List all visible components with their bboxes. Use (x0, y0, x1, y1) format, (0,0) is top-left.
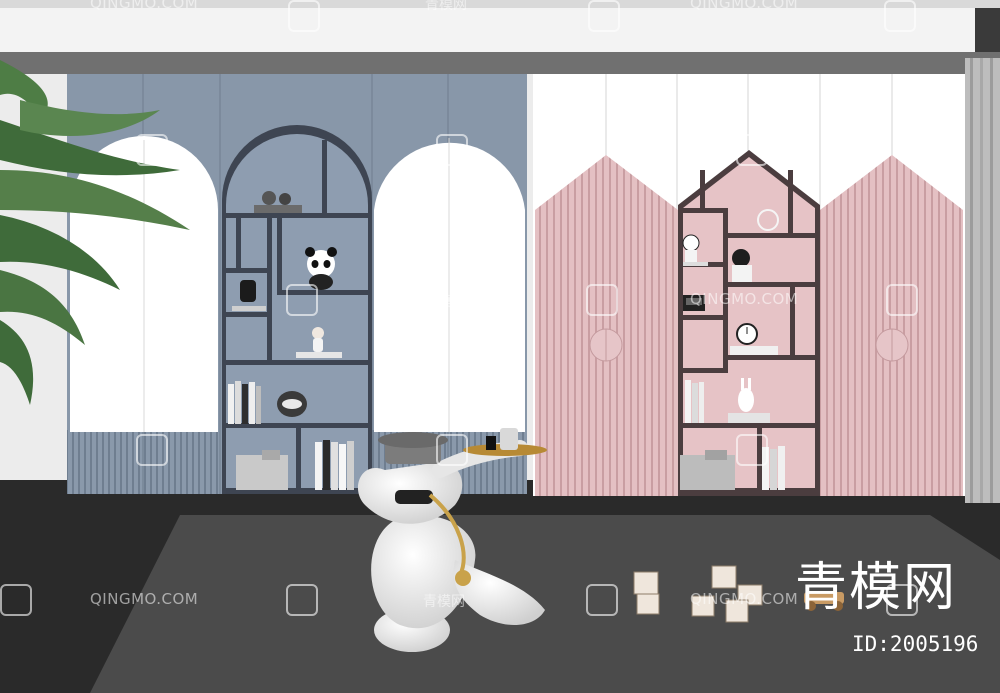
watermark-logo (286, 584, 318, 616)
watermark-logo (736, 134, 768, 166)
book-stack (254, 205, 302, 213)
storage-basket-pink (680, 455, 735, 490)
watermark-text: QINGMO.COM (90, 290, 199, 308)
watermark-text-cn: 青模网 (423, 594, 465, 610)
watermark-text-cn: 青模网 (425, 0, 467, 13)
watermark-logo (586, 284, 618, 316)
watermark-logo (436, 134, 468, 166)
watermark-logo (136, 434, 168, 466)
ceiling-beam (975, 8, 1000, 58)
watermark-logo (136, 134, 168, 166)
watermark-logo (436, 434, 468, 466)
scene: QINGMO.COM 青模网 QINGMO.COM QINGMO.COM 青模网… (0, 0, 1000, 693)
brand-logo-text: 青模网 (795, 558, 958, 618)
watermark-logo (886, 284, 918, 316)
watermark-text: QINGMO.COM (690, 0, 799, 12)
watermark-logo (286, 284, 318, 316)
watermark-logo (288, 0, 320, 32)
watermark-text: QINGMO.COM (690, 290, 799, 308)
model-id-label: ID:2005196 (852, 632, 979, 656)
watermark-logo (586, 584, 618, 616)
watermark-logo (0, 584, 32, 616)
books-left (228, 381, 261, 424)
watermark-logo (736, 434, 768, 466)
watermark-logo (588, 0, 620, 32)
watermark-text-cn: 青模网 (423, 294, 465, 310)
watermark-text: QINGMO.COM (690, 590, 799, 608)
watermark-text: QINGMO.COM (90, 0, 199, 12)
storage-basket (236, 455, 288, 490)
watermark-logo (884, 0, 916, 32)
watermark-text: QINGMO.COM (90, 590, 199, 608)
wall-top-band (0, 52, 1000, 74)
